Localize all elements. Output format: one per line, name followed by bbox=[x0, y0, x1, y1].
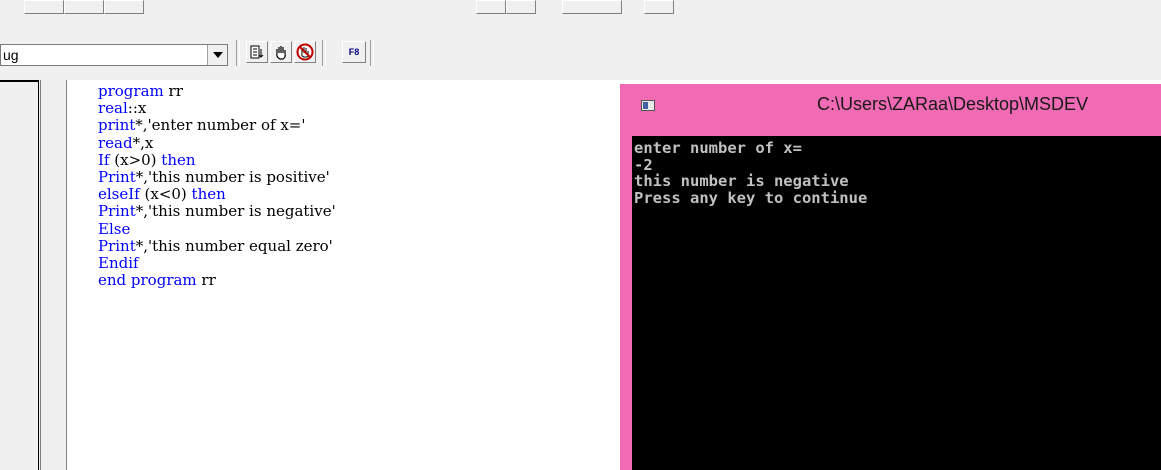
f8-icon[interactable]: F8 bbox=[342, 41, 366, 63]
hand-icon[interactable] bbox=[270, 41, 292, 63]
console-app-icon bbox=[641, 100, 655, 111]
console-line: this number is negative bbox=[634, 172, 849, 190]
build-toolbar: ug F8 bbox=[0, 28, 1161, 76]
panel-top-edge bbox=[0, 80, 38, 82]
code-line: end program rr bbox=[98, 271, 216, 290]
console-line: enter number of x= bbox=[634, 139, 802, 157]
code-line: elseIf (x<0) then bbox=[98, 185, 226, 204]
toolbar-button[interactable] bbox=[104, 0, 144, 14]
code-line: Print*,'this number is positive' bbox=[98, 168, 330, 187]
source-code[interactable]: program rr real::x print*,'enter number … bbox=[98, 82, 336, 290]
code-line: program rr bbox=[98, 82, 183, 100]
panel-divider bbox=[40, 80, 41, 470]
toolbar-separator bbox=[322, 40, 326, 66]
code-line: Else bbox=[98, 219, 131, 238]
console-window[interactable]: C:\Users\ZARaa\Desktop\MSDEV enter numbe… bbox=[620, 84, 1161, 470]
hand-stop-icon[interactable] bbox=[294, 41, 316, 63]
toolbar-button[interactable] bbox=[476, 0, 506, 14]
console-line: -2 bbox=[634, 155, 653, 174]
code-line: Endif bbox=[98, 254, 139, 273]
toolbar-button[interactable] bbox=[644, 0, 674, 14]
f8-label: F8 bbox=[348, 47, 360, 57]
code-line: real::x bbox=[98, 99, 147, 118]
console-line: Press any key to continue bbox=[634, 188, 868, 207]
config-combobox-value: ug bbox=[3, 47, 19, 63]
code-line: read*,x bbox=[98, 133, 154, 152]
toolbar-separator bbox=[236, 40, 240, 66]
code-line: If (x>0) then bbox=[98, 150, 196, 169]
console-output-area[interactable]: enter number of x= -2 this number is neg… bbox=[632, 136, 1161, 470]
toolbar-separator bbox=[370, 40, 374, 66]
code-line: print*,'enter number of x=' bbox=[98, 116, 306, 135]
chevron-down-icon[interactable] bbox=[207, 45, 227, 65]
code-line: Print*,'this number is negative' bbox=[98, 202, 336, 221]
panel-divider bbox=[38, 80, 39, 470]
console-title: C:\Users\ZARaa\Desktop\MSDEV bbox=[817, 94, 1089, 114]
toolbar-button[interactable] bbox=[64, 0, 104, 14]
config-combobox[interactable]: ug bbox=[0, 44, 228, 66]
code-line: Print*,'this number equal zero' bbox=[98, 236, 333, 255]
workspace-panel[interactable] bbox=[0, 80, 62, 470]
toolbar-button[interactable] bbox=[562, 0, 622, 14]
list-icon[interactable] bbox=[246, 41, 268, 63]
toolbar-button[interactable] bbox=[24, 0, 64, 14]
console-output: enter number of x= -2 this number is neg… bbox=[632, 136, 1161, 206]
toolbar-button[interactable] bbox=[506, 0, 536, 14]
top-toolbar bbox=[0, 0, 1161, 28]
